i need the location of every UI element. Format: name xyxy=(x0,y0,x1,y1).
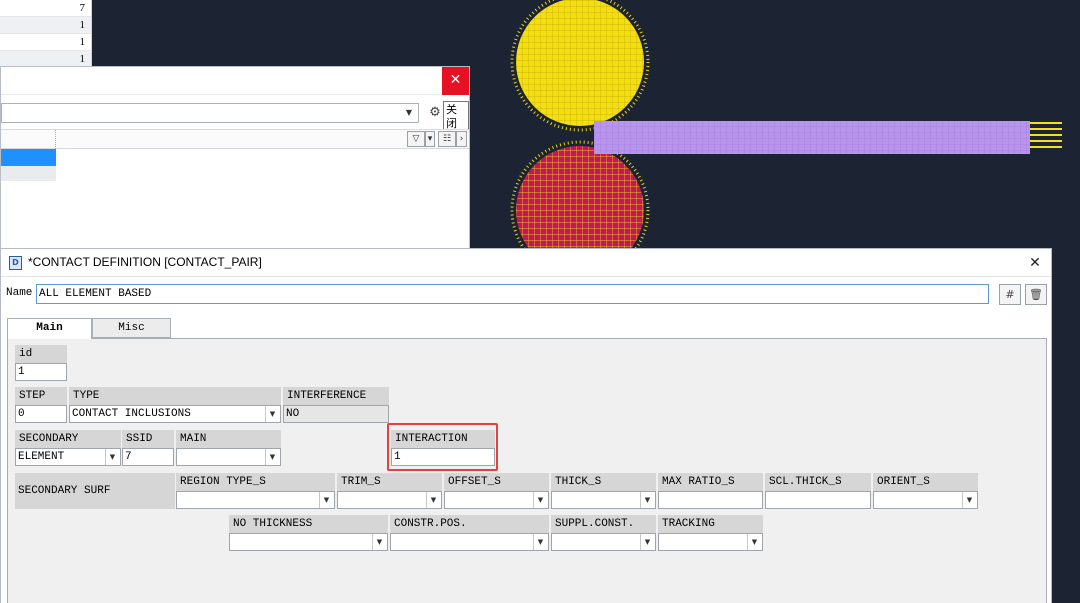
no-thickness-select[interactable]: ▼ xyxy=(229,533,388,551)
chevron-down-icon[interactable]: ▼ xyxy=(402,105,416,121)
chevron-down-icon[interactable]: ▼ xyxy=(105,449,119,465)
id-field[interactable]: 1 xyxy=(15,363,67,381)
back-list-header: ▽ ▾ ☷ › xyxy=(1,129,469,149)
main-label: MAIN xyxy=(176,430,281,448)
no-thickness-label: NO THICKNESS xyxy=(229,515,388,533)
selected-list-item[interactable] xyxy=(1,149,56,166)
close-icon[interactable]: ✕ xyxy=(1025,253,1045,273)
hash-icon[interactable]: # xyxy=(999,284,1021,305)
suppl-const-select[interactable]: ▼ xyxy=(551,533,656,551)
thick-s-label: THICK_S xyxy=(551,473,656,491)
main-select[interactable]: ▼ xyxy=(176,448,281,466)
list-item[interactable] xyxy=(1,166,56,181)
table-row: 1 xyxy=(0,34,91,51)
tab-misc[interactable]: Misc xyxy=(92,318,171,338)
region-type-s-label: REGION TYPE_S xyxy=(176,473,335,491)
chevron-down-icon[interactable]: ▼ xyxy=(319,492,333,508)
chevron-down-icon[interactable]: ▼ xyxy=(640,492,654,508)
app-icon: D xyxy=(9,256,22,270)
offset-s-select[interactable]: ▼ xyxy=(444,491,549,509)
interference-label: INTERFERENCE xyxy=(283,387,389,405)
upper-sphere xyxy=(516,0,644,126)
secondary-value: ELEMENT xyxy=(18,451,65,463)
back-dialog-titlebar: ✕ xyxy=(1,67,469,95)
step-label: STEP xyxy=(15,387,67,405)
constr-pos-select[interactable]: ▼ xyxy=(390,533,549,551)
background-table: 7 1 1 1 xyxy=(0,0,92,70)
close-icon[interactable]: ✕ xyxy=(442,67,469,95)
scl-thick-s-field[interactable] xyxy=(765,491,871,509)
chevron-down-icon[interactable]: ▼ xyxy=(747,534,761,550)
max-ratio-s-label: MAX RATIO_S xyxy=(658,473,763,491)
chevron-down-icon[interactable]: ▼ xyxy=(533,492,547,508)
chevron-down-icon[interactable]: ▼ xyxy=(962,492,976,508)
columns-icon[interactable]: ☷ xyxy=(438,131,456,147)
scl-thick-s-label: SCL.THICK_S xyxy=(765,473,871,491)
tracking-select[interactable]: ▼ xyxy=(658,533,763,551)
filter-icon[interactable]: ▽ xyxy=(407,131,425,147)
thick-s-select[interactable]: ▼ xyxy=(551,491,656,509)
back-dialog: ✕ ▼ ⚙ 关闭 ▽ ▾ ☷ › xyxy=(0,66,470,252)
tracking-label: TRACKING xyxy=(658,515,763,533)
tab-panel xyxy=(7,338,1047,603)
ssid-field[interactable]: 7 xyxy=(122,448,174,466)
offset-s-label: OFFSET_S xyxy=(444,473,549,491)
ssid-label: SSID xyxy=(122,430,174,448)
name-input[interactable]: ALL ELEMENT BASED xyxy=(36,284,989,304)
contact-bar xyxy=(594,121,1030,154)
step-field[interactable]: 0 xyxy=(15,405,67,423)
suppl-const-label: SUPPL.CONST. xyxy=(551,515,656,533)
type-select[interactable]: CONTACT INCLUSIONS ▼ xyxy=(69,405,281,423)
highlight-box xyxy=(387,423,498,471)
chevron-down-icon[interactable]: ▼ xyxy=(426,492,440,508)
chevron-right-icon[interactable]: › xyxy=(456,131,467,147)
tab-main[interactable]: Main xyxy=(7,318,92,339)
chevron-down-icon[interactable]: ▼ xyxy=(265,449,279,465)
list-column-header[interactable] xyxy=(1,130,56,149)
chevron-down-icon[interactable]: ▼ xyxy=(640,534,654,550)
secondary-select[interactable]: ELEMENT ▼ xyxy=(15,448,121,466)
region-type-s-select[interactable]: ▼ xyxy=(176,491,335,509)
type-value: CONTACT INCLUSIONS xyxy=(72,408,191,420)
orient-s-label: ORIENT_S xyxy=(873,473,978,491)
chevron-down-icon[interactable]: ▼ xyxy=(533,534,547,550)
name-label: Name xyxy=(6,287,33,299)
secondary-surf-label: SECONDARY SURF xyxy=(15,473,175,509)
orient-s-select[interactable]: ▼ xyxy=(873,491,978,509)
trim-s-label: TRIM_S xyxy=(337,473,442,491)
table-row: 1 xyxy=(0,17,91,34)
chevron-down-icon[interactable]: ▾ xyxy=(425,131,435,147)
table-row: 7 xyxy=(0,0,91,17)
trash-icon[interactable]: 🗑 xyxy=(1025,284,1047,305)
gear-icon[interactable]: ⚙ xyxy=(425,102,445,124)
max-ratio-s-field[interactable] xyxy=(658,491,763,509)
constr-pos-label: CONSTR.POS. xyxy=(390,515,549,533)
interference-field[interactable]: NO xyxy=(283,405,389,423)
chevron-down-icon[interactable]: ▼ xyxy=(265,406,279,422)
secondary-label: SECONDARY xyxy=(15,430,121,448)
dialog-titlebar: D *CONTACT DEFINITION [CONTACT_PAIR] ✕ xyxy=(1,249,1051,277)
dialog-title: *CONTACT DEFINITION [CONTACT_PAIR] xyxy=(28,255,262,269)
id-label: id xyxy=(15,345,67,363)
chevron-down-icon[interactable]: ▼ xyxy=(372,534,386,550)
back-dialog-combo[interactable]: ▼ xyxy=(1,103,419,123)
trim-s-select[interactable]: ▼ xyxy=(337,491,442,509)
type-label: TYPE xyxy=(69,387,281,405)
